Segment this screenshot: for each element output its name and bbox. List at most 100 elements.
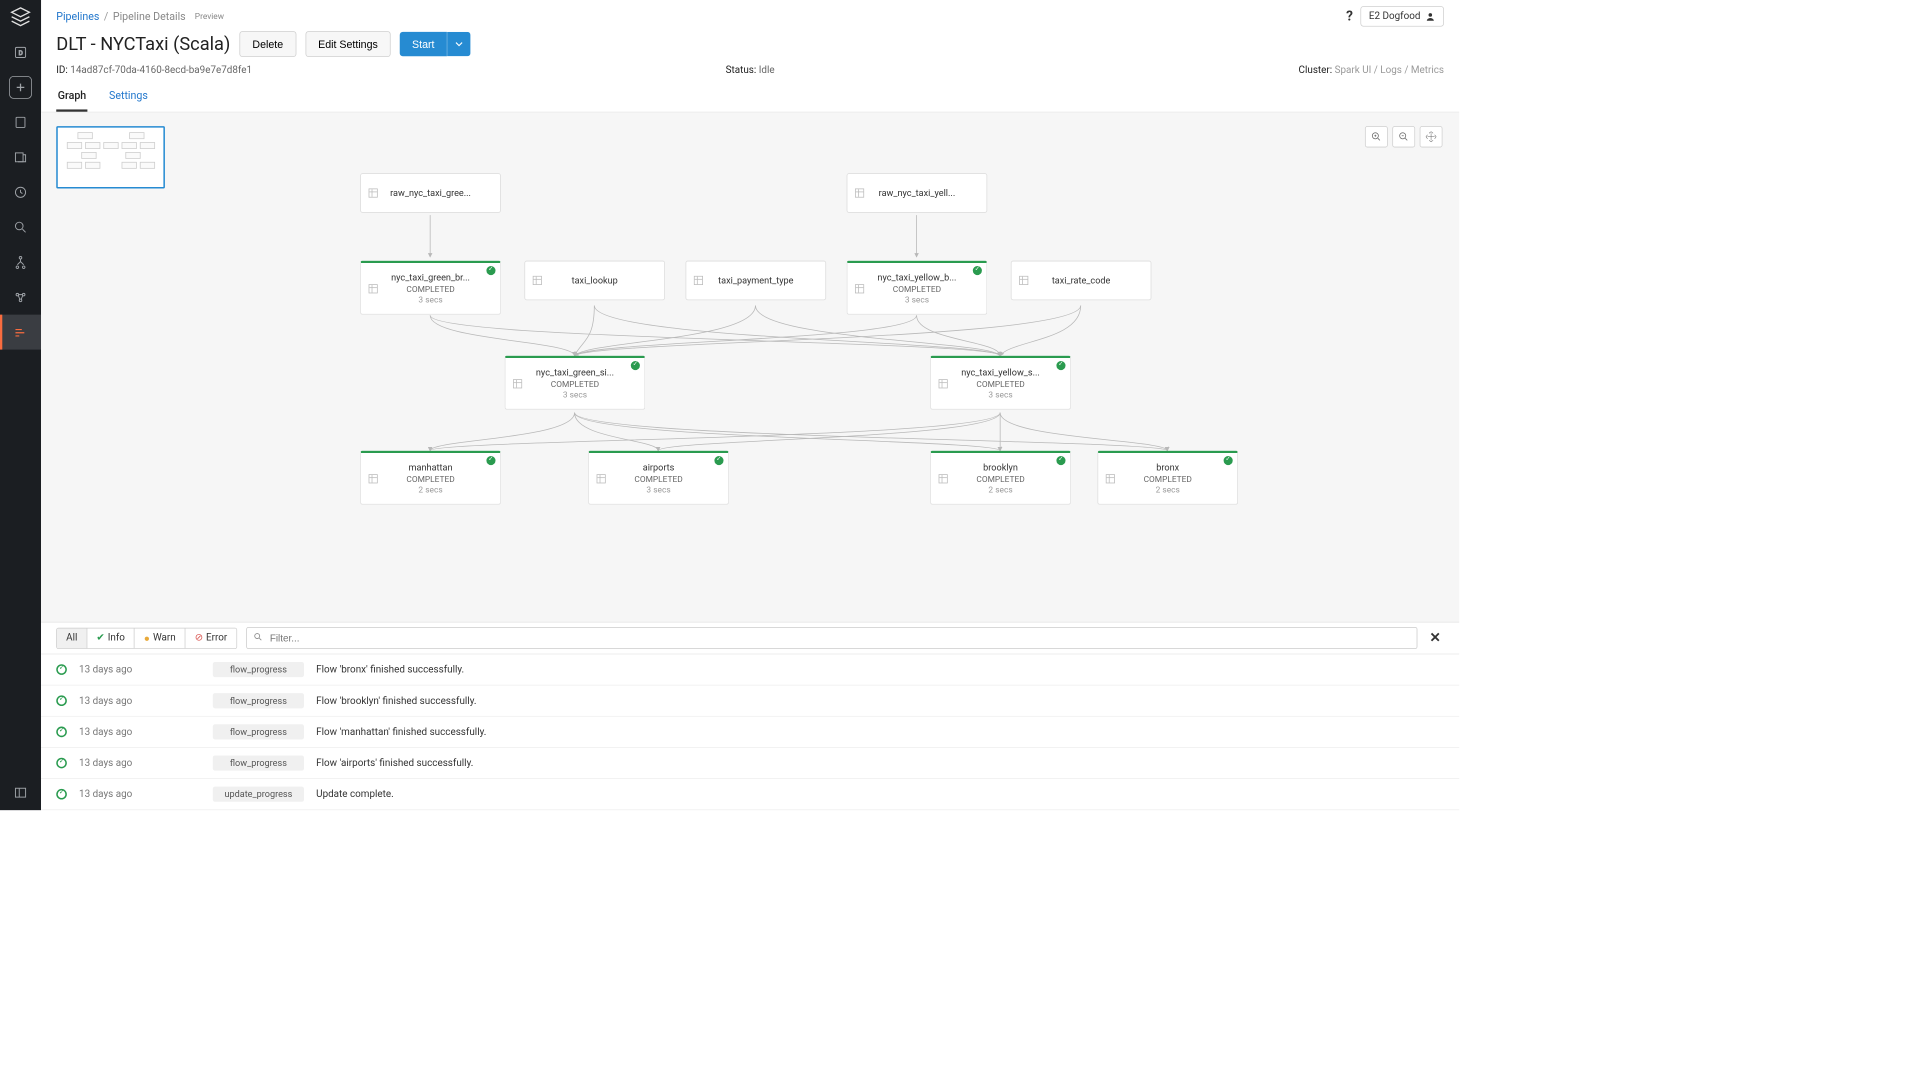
log-filter-pills: All ✔Info ●Warn ⊘Error (56, 627, 237, 648)
search-icon (253, 632, 263, 645)
check-icon (1056, 361, 1065, 370)
log-message: Flow 'airports' finished successfully. (316, 757, 1444, 768)
graph-node[interactable]: raw_nyc_taxi_gree... (360, 173, 501, 213)
sidebar: D (0, 0, 41, 810)
node-status: COMPLETED (595, 474, 722, 484)
table-icon (597, 474, 606, 483)
edit-settings-button[interactable]: Edit Settings (305, 31, 391, 57)
node-time: 2 secs (1104, 485, 1231, 495)
nav-item-create[interactable] (9, 76, 32, 99)
log-panel: All ✔Info ●Warn ⊘Error ✕ 13 days agoflow… (41, 622, 1459, 810)
tab-graph[interactable]: Graph (56, 84, 87, 112)
user-menu[interactable]: E2 Dogfood (1361, 6, 1444, 27)
log-message: Flow 'brooklyn' finished successfully. (316, 695, 1444, 706)
node-status: COMPLETED (1104, 474, 1231, 484)
breadcrumb-root[interactable]: Pipelines (56, 10, 99, 22)
help-icon[interactable]: ? (1346, 8, 1353, 24)
breadcrumb: Pipelines / Pipeline Details Preview (56, 10, 227, 22)
id-label: ID: (56, 65, 68, 76)
nav-item-pipelines[interactable] (0, 315, 41, 350)
node-status: COMPLETED (367, 284, 494, 294)
graph-node[interactable]: nyc_taxi_yellow_s...COMPLETED3 secs (930, 356, 1071, 410)
node-status: COMPLETED (937, 474, 1064, 484)
log-row[interactable]: 13 days agoupdate_progressUpdate complet… (41, 779, 1459, 810)
table-icon (369, 474, 378, 483)
graph-node[interactable]: nyc_taxi_green_si...COMPLETED3 secs (505, 356, 646, 410)
log-timestamp: 13 days ago (79, 757, 201, 768)
log-timestamp: 13 days ago (79, 695, 201, 706)
graph-node[interactable]: raw_nyc_taxi_yell... (847, 173, 988, 213)
check-icon (973, 266, 982, 275)
node-time: 3 secs (511, 390, 638, 400)
spark-ui-link[interactable]: Spark UI (1335, 65, 1372, 76)
log-tag: flow_progress (213, 755, 304, 770)
node-time: 3 secs (367, 295, 494, 305)
page-title: DLT - NYCTaxi (Scala) (56, 33, 230, 54)
table-icon (1106, 474, 1115, 483)
table-icon (855, 284, 864, 293)
nav-item-data[interactable] (0, 245, 41, 280)
nav-item-repos[interactable] (0, 140, 41, 175)
logs-link[interactable]: Logs (1380, 65, 1402, 76)
filter-error[interactable]: ⊘Error (186, 628, 237, 648)
graph-node[interactable]: brooklynCOMPLETED2 secs (930, 451, 1071, 505)
node-name: manhattan (367, 462, 494, 473)
status-label: Status: (726, 65, 757, 76)
log-row[interactable]: 13 days ago flow_progress Flow 'brooklyn' … (41, 686, 1459, 717)
check-icon (486, 456, 495, 465)
start-button[interactable]: Start (400, 32, 447, 56)
node-name: taxi_lookup (531, 275, 658, 286)
log-message: Update complete. (316, 789, 1444, 800)
node-status: COMPLETED (853, 284, 980, 294)
filter-info[interactable]: ✔Info (87, 628, 135, 648)
start-dropdown[interactable] (447, 32, 471, 56)
nav-item-d[interactable]: D (0, 35, 41, 70)
node-name: nyc_taxi_yellow_s... (937, 367, 1064, 378)
breadcrumb-current: Pipeline Details (113, 10, 186, 22)
metrics-link[interactable]: Metrics (1411, 65, 1444, 76)
graph-node[interactable]: nyc_taxi_green_br...COMPLETED3 secs (360, 261, 501, 315)
table-icon (1019, 276, 1028, 285)
log-row[interactable]: 13 days agoflow_progressFlow 'manhattan'… (41, 717, 1459, 748)
node-time: 2 secs (937, 485, 1064, 495)
node-name: raw_nyc_taxi_yell... (853, 188, 980, 199)
graph-node[interactable]: taxi_lookup (524, 261, 665, 301)
graph-canvas[interactable]: raw_nyc_taxi_gree... raw_nyc_taxi_yell...… (41, 112, 1459, 621)
graph-node[interactable]: nyc_taxi_yellow_b...COMPLETED3 secs (847, 261, 988, 315)
log-tag: flow_progress (213, 693, 304, 708)
nav-item-notebook[interactable] (0, 105, 41, 140)
logo-icon (10, 6, 31, 27)
filter-all[interactable]: All (57, 628, 87, 648)
graph-node[interactable]: manhattanCOMPLETED2 secs (360, 451, 501, 505)
graph-node[interactable]: airportsCOMPLETED3 secs (588, 451, 729, 505)
delete-button[interactable]: Delete (239, 31, 296, 57)
status-ok-icon (56, 727, 67, 738)
log-filter-input[interactable] (246, 627, 1417, 649)
table-icon (533, 276, 542, 285)
tab-settings[interactable]: Settings (107, 84, 149, 112)
table-icon (939, 474, 948, 483)
nav-item-search[interactable] (0, 210, 41, 245)
log-tag: update_progress (213, 787, 304, 802)
log-row[interactable]: 13 days agoflow_progressFlow 'bronx' fin… (41, 654, 1459, 685)
user-label: E2 Dogfood (1369, 11, 1421, 22)
node-name: taxi_payment_type (692, 275, 819, 286)
node-time: 3 secs (853, 295, 980, 305)
close-log-panel[interactable]: ✕ (1426, 630, 1444, 646)
table-icon (694, 276, 703, 285)
graph-node[interactable]: bronxCOMPLETED2 secs (1097, 451, 1238, 505)
cluster-label: Cluster: (1299, 65, 1333, 76)
user-icon (1425, 11, 1436, 22)
graph-node[interactable]: taxi_rate_code (1011, 261, 1152, 301)
table-icon (513, 379, 522, 388)
node-name: bronx (1104, 462, 1231, 473)
log-message: Flow 'manhattan' finished successfully. (316, 726, 1444, 737)
table-icon (939, 379, 948, 388)
graph-node[interactable]: taxi_payment_type (686, 261, 827, 301)
nav-item-clusters[interactable] (0, 280, 41, 315)
nav-item-recents[interactable] (0, 175, 41, 210)
log-row[interactable]: 13 days ago flow_progress Flow 'airports' … (41, 748, 1459, 779)
node-time: 3 secs (595, 485, 722, 495)
nav-item-collapse[interactable] (0, 775, 41, 810)
filter-warn[interactable]: ●Warn (135, 628, 186, 648)
